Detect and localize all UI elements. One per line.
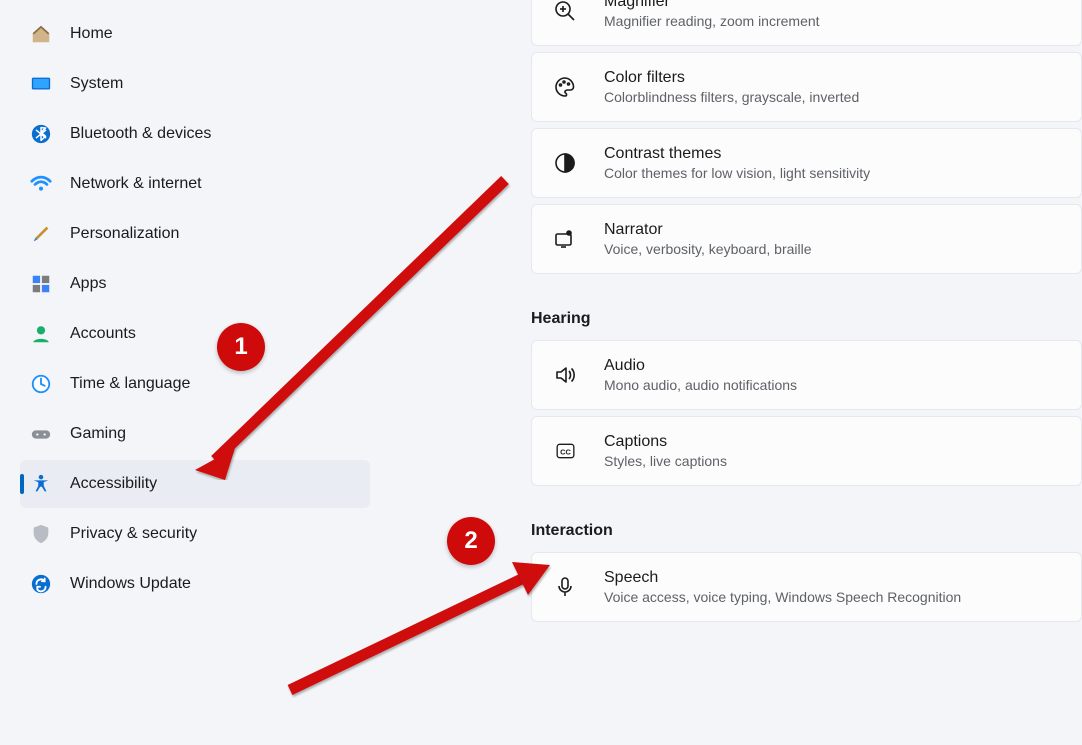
contrast-icon	[552, 150, 578, 176]
sidebar-item-home[interactable]: Home	[20, 10, 370, 58]
apps-icon	[30, 273, 52, 295]
accessibility-icon	[30, 473, 52, 495]
card-title: Magnifier	[604, 0, 820, 11]
settings-card-contrast-themes[interactable]: Contrast themes Color themes for low vis…	[531, 128, 1082, 198]
sidebar-item-label: Time & language	[70, 375, 354, 393]
sidebar-item-accounts[interactable]: Accounts	[20, 310, 370, 358]
sidebar-item-update[interactable]: Windows Update	[20, 560, 370, 608]
home-icon	[30, 23, 52, 45]
shield-icon	[30, 523, 52, 545]
settings-content: Magnifier Magnifier reading, zoom increm…	[370, 0, 1082, 745]
settings-card-magnifier[interactable]: Magnifier Magnifier reading, zoom increm…	[531, 0, 1082, 46]
svg-text:CC: CC	[560, 447, 571, 456]
update-icon	[30, 573, 52, 595]
sidebar-item-label: Home	[70, 25, 354, 43]
sidebar-item-bluetooth[interactable]: Bluetooth & devices	[20, 110, 370, 158]
sidebar-item-label: Privacy & security	[70, 525, 354, 543]
card-title: Speech	[604, 569, 961, 587]
section-header-interaction: Interaction	[525, 492, 1082, 552]
card-title: Contrast themes	[604, 145, 870, 163]
sidebar-item-apps[interactable]: Apps	[20, 260, 370, 308]
sidebar-item-time-language[interactable]: Time & language	[20, 360, 370, 408]
microphone-icon	[552, 574, 578, 600]
card-title: Narrator	[604, 221, 812, 239]
sidebar-item-label: Apps	[70, 275, 354, 293]
settings-card-color-filters[interactable]: Color filters Colorblindness filters, gr…	[531, 52, 1082, 122]
card-subtitle: Magnifier reading, zoom increment	[604, 13, 820, 29]
sidebar-item-personalization[interactable]: Personalization	[20, 210, 370, 258]
bluetooth-icon	[30, 123, 52, 145]
card-subtitle: Voice, verbosity, keyboard, braille	[604, 241, 812, 257]
sidebar-item-accessibility[interactable]: Accessibility	[20, 460, 370, 508]
narrator-icon	[552, 226, 578, 252]
settings-card-audio[interactable]: Audio Mono audio, audio notifications	[531, 340, 1082, 410]
card-subtitle: Color themes for low vision, light sensi…	[604, 165, 870, 181]
annotation-badge-label: 2	[464, 527, 477, 555]
palette-icon	[552, 74, 578, 100]
annotation-badge-1: 1	[217, 323, 265, 371]
annotation-badge-label: 1	[234, 333, 247, 361]
sidebar-item-privacy[interactable]: Privacy & security	[20, 510, 370, 558]
card-subtitle: Colorblindness filters, grayscale, inver…	[604, 89, 859, 105]
sidebar-item-label: Accounts	[70, 325, 354, 343]
card-subtitle: Mono audio, audio notifications	[604, 377, 797, 393]
person-icon	[30, 323, 52, 345]
gamepad-icon	[30, 423, 52, 445]
settings-card-captions[interactable]: CC Captions Styles, live captions	[531, 416, 1082, 486]
card-title: Audio	[604, 357, 797, 375]
settings-card-narrator[interactable]: Narrator Voice, verbosity, keyboard, bra…	[531, 204, 1082, 274]
sidebar-item-network[interactable]: Network & internet	[20, 160, 370, 208]
card-title: Color filters	[604, 69, 859, 87]
sidebar-item-label: Gaming	[70, 425, 354, 443]
system-icon	[30, 73, 52, 95]
settings-sidebar: Home System Bluetooth & devices Network …	[0, 0, 370, 745]
section-header-hearing: Hearing	[525, 280, 1082, 340]
card-subtitle: Styles, live captions	[604, 453, 727, 469]
sidebar-item-label: Windows Update	[70, 575, 354, 593]
paintbrush-icon	[30, 223, 52, 245]
sidebar-item-label: Accessibility	[70, 475, 354, 493]
sidebar-item-label: Network & internet	[70, 175, 354, 193]
sidebar-item-system[interactable]: System	[20, 60, 370, 108]
sidebar-item-label: System	[70, 75, 354, 93]
sidebar-item-label: Personalization	[70, 225, 354, 243]
card-title: Captions	[604, 433, 727, 451]
clock-globe-icon	[30, 373, 52, 395]
card-subtitle: Voice access, voice typing, Windows Spee…	[604, 589, 961, 605]
annotation-badge-2: 2	[447, 517, 495, 565]
speaker-icon	[552, 362, 578, 388]
magnifier-icon	[552, 0, 578, 24]
sidebar-item-gaming[interactable]: Gaming	[20, 410, 370, 458]
captions-icon: CC	[552, 438, 578, 464]
sidebar-item-label: Bluetooth & devices	[70, 125, 354, 143]
wifi-icon	[30, 173, 52, 195]
settings-card-speech[interactable]: Speech Voice access, voice typing, Windo…	[531, 552, 1082, 622]
